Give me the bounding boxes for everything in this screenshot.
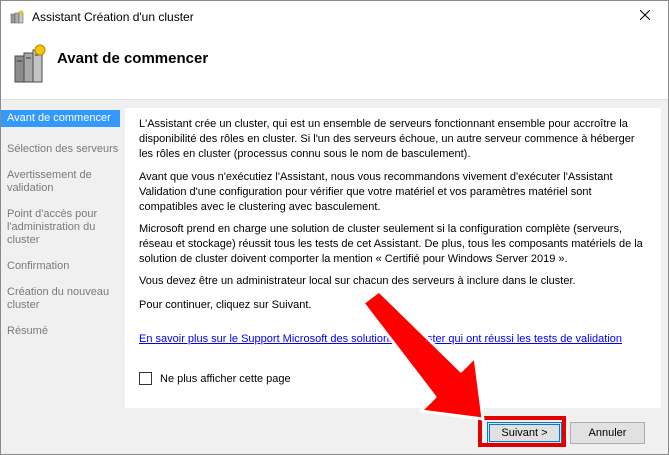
red-arrow-icon: [361, 289, 485, 421]
wizard-window: Assistant Création d'un cluster Avant de…: [0, 0, 669, 455]
